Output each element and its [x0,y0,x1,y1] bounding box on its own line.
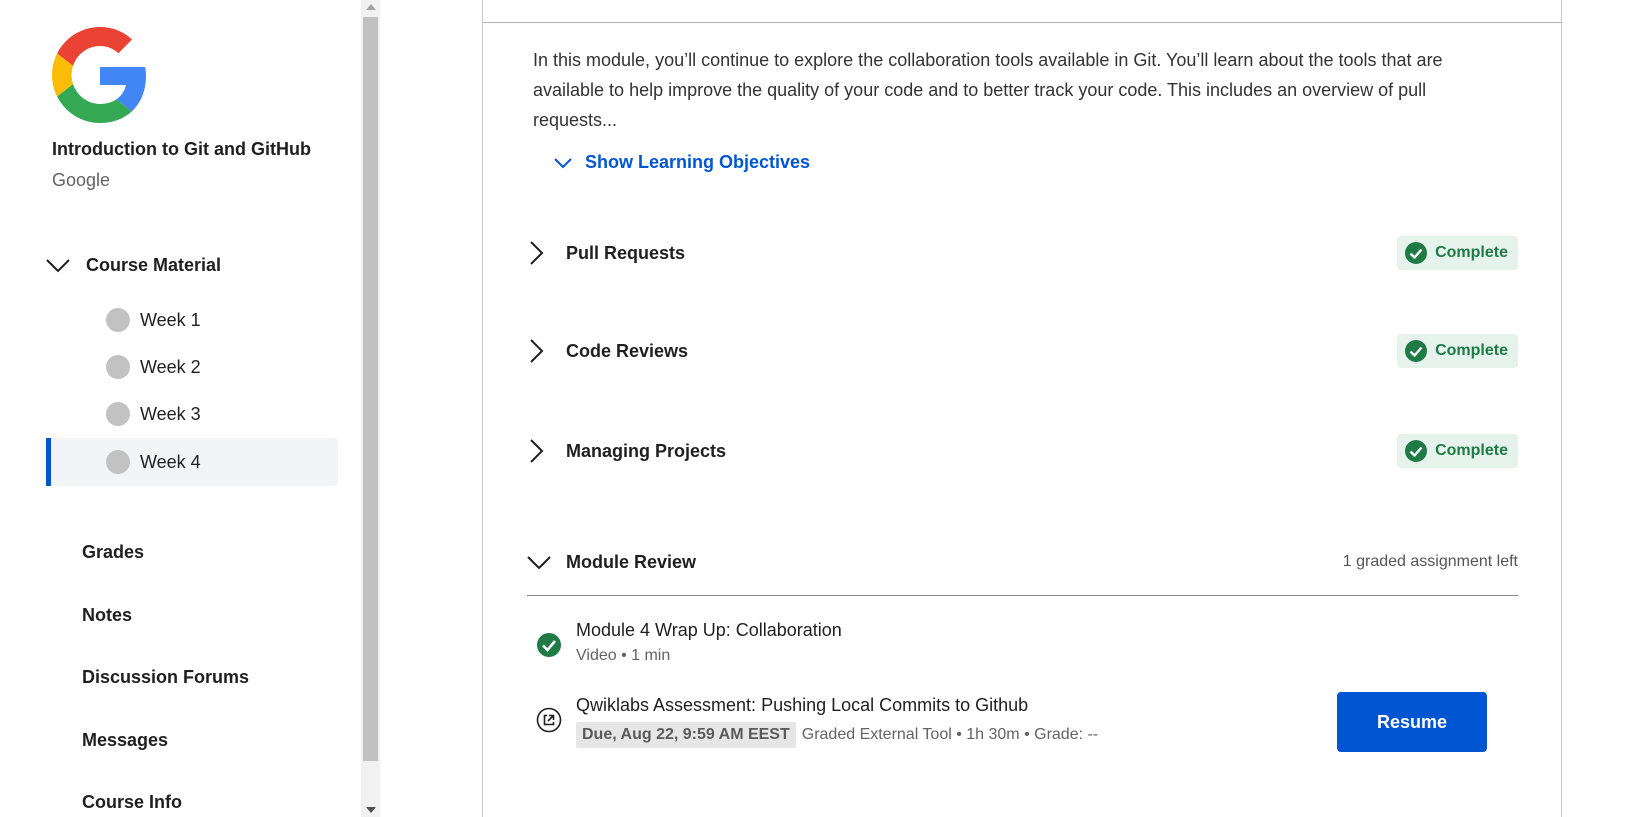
due-date-badge: Due, Aug 22, 9:59 AM EEST [576,722,796,748]
sidebar-link-course-info[interactable]: Course Info [82,792,182,813]
lesson-code-reviews[interactable]: Code Reviews Complete [528,331,1518,371]
sidebar-scrollbar[interactable] [361,0,380,817]
scroll-down-icon[interactable] [366,807,376,813]
module-review-toggle[interactable]: Module Review 1 graded assignment left [526,547,1518,577]
progress-circle-icon [106,450,130,474]
status-text: Complete [1435,342,1508,359]
lesson-pull-requests[interactable]: Pull Requests Complete [528,233,1518,273]
resume-button[interactable]: Resume [1337,692,1487,752]
sidebar-item-week-2[interactable]: Week 2 [46,343,338,391]
google-logo [52,27,146,123]
progress-circle-icon [106,308,130,332]
week-label: Week 1 [140,309,201,330]
lesson-title: Code Reviews [566,340,689,361]
status-badge: Complete [1397,434,1518,468]
sidebar-item-week-4[interactable]: Week 4 [46,438,338,486]
review-item-wrap-up[interactable]: Module 4 Wrap Up: Collaboration Video • … [536,620,1516,665]
status-text: Complete [1435,442,1508,459]
chevron-down-icon [554,157,572,168]
course-material-toggle[interactable]: Course Material [44,250,324,280]
divider [527,595,1518,596]
week-label: Week 4 [140,451,201,472]
sidebar-link-discussion-forums[interactable]: Discussion Forums [82,667,249,688]
divider [483,22,1561,23]
item-title[interactable]: Module 4 Wrap Up: Collaboration [576,620,842,641]
item-meta: Video • 1 min [576,647,842,665]
week-label: Week 3 [140,403,201,424]
check-circle-icon [1405,242,1428,264]
sidebar-link-notes[interactable]: Notes [82,605,132,626]
course-title: Introduction to Git and GitHub [52,139,311,159]
check-circle-icon [537,633,561,657]
status-text: Complete [1435,244,1508,261]
assignments-left-text: 1 graded assignment left [1342,553,1518,570]
item-meta: Due, Aug 22, 9:59 AM EEST Graded Externa… [576,722,1098,748]
external-link-icon [536,707,562,733]
chevron-down-icon [527,556,551,570]
chevron-right-icon [530,339,544,363]
status-badge: Complete [1397,236,1518,270]
show-learning-objectives-button[interactable]: Show Learning Objectives [553,152,810,173]
check-circle-icon [1405,440,1428,462]
progress-circle-icon [106,355,130,379]
item-meta-text: Graded External Tool • 1h 30m • Grade: -… [801,726,1099,743]
status-badge: Complete [1397,334,1518,368]
objectives-label: Show Learning Objectives [585,152,811,172]
week-label: Week 2 [140,356,201,377]
course-organization: Google [52,170,111,190]
course-material-label: Course Material [86,254,222,275]
sidebar-link-messages[interactable]: Messages [82,730,168,751]
chevron-right-icon [530,439,544,463]
sidebar-item-week-1[interactable]: Week 1 [46,296,338,344]
lesson-managing-projects[interactable]: Managing Projects Complete [528,431,1518,471]
item-title[interactable]: Qwiklabs Assessment: Pushing Local Commi… [576,695,1098,716]
check-circle-icon [1405,340,1428,362]
progress-circle-icon [106,402,130,426]
chevron-down-icon [46,259,70,273]
chevron-right-icon [530,241,544,265]
scroll-up-icon[interactable] [366,4,376,10]
lesson-title: Managing Projects [566,440,727,461]
module-review-title: Module Review [566,551,697,572]
item-meta-text: Video • 1 min [576,647,671,664]
sidebar-link-grades[interactable]: Grades [82,542,144,563]
scrollbar-thumb[interactable] [363,17,378,761]
lesson-title: Pull Requests [566,242,686,263]
sidebar-item-week-3[interactable]: Week 3 [46,390,338,438]
module-description: In this module, you’ll continue to explo… [533,50,1443,130]
sidebar: Introduction to Git and GitHub Google Co… [0,0,344,817]
